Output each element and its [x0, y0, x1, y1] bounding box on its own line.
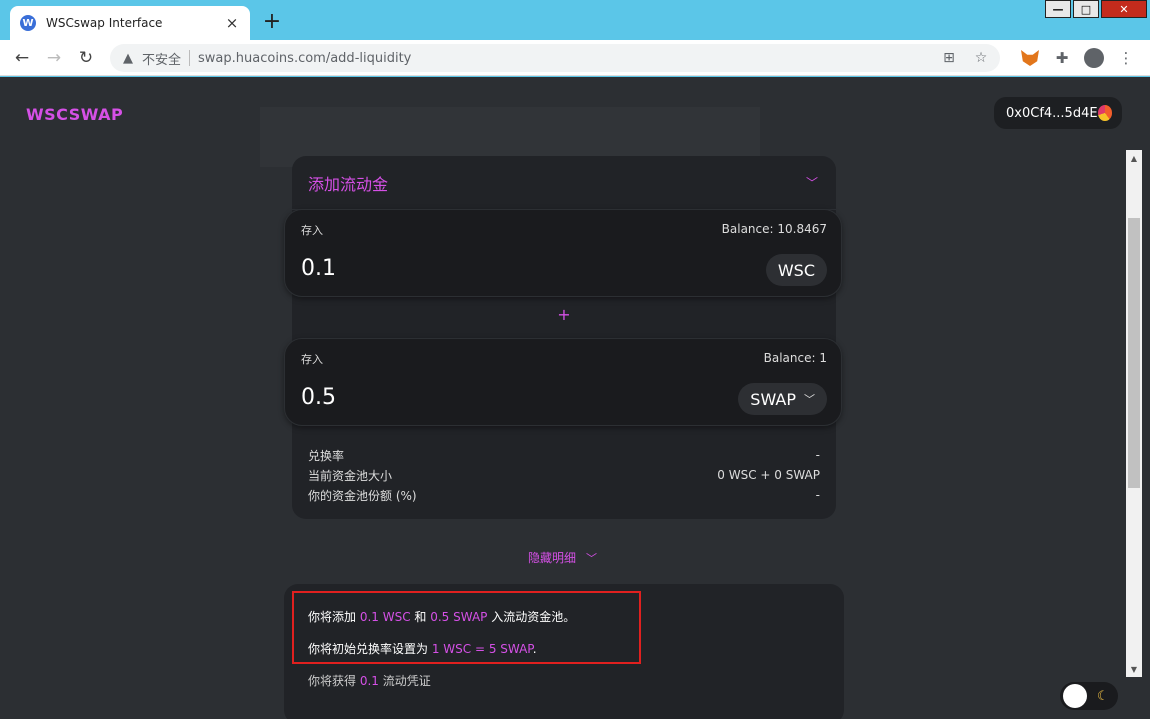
- theme-toggle[interactable]: ☾: [1060, 682, 1118, 710]
- maximize-button[interactable]: □: [1073, 0, 1099, 18]
- summary-text: 你将添加: [308, 610, 360, 624]
- summary-rate: 1 WSC = 5 SWAP: [431, 642, 533, 656]
- moon-icon: ☾: [1097, 688, 1109, 704]
- summary-line-receive: 你将获得 0.1 流动凭证: [308, 672, 431, 689]
- minimize-button[interactable]: —: [1045, 0, 1071, 18]
- reload-icon[interactable]: ↻: [76, 48, 96, 68]
- amount-input[interactable]: 0.5: [301, 385, 336, 410]
- metamask-fox-icon[interactable]: [1020, 48, 1040, 68]
- deposit-label: 存入: [301, 224, 323, 237]
- card-header[interactable]: 添加流动金 ﹀: [292, 156, 836, 210]
- close-window-button[interactable]: ✕: [1101, 0, 1147, 18]
- scroll-up-icon[interactable]: ▲: [1126, 150, 1142, 166]
- close-tab-icon[interactable]: ×: [224, 14, 240, 32]
- pool-size-label: 当前资金池大小: [308, 468, 393, 483]
- summary-text: 你将获得: [308, 674, 360, 688]
- wallet-button[interactable]: 0x0Cf4...5d4E: [994, 97, 1122, 129]
- token-select-wsc[interactable]: WSC: [765, 254, 827, 286]
- summary-text: 你将初始兑换率设置为: [308, 642, 432, 656]
- info-row: 兑换率 -: [308, 445, 820, 465]
- chevron-down-icon: ﹀: [586, 551, 598, 565]
- pool-size-value: 0 WSC + 0 SWAP: [717, 468, 820, 482]
- browser-tab[interactable]: W WSCswap Interface ×: [10, 6, 250, 40]
- star-icon[interactable]: ☆: [972, 49, 990, 67]
- profile-icon[interactable]: [1084, 48, 1104, 68]
- token-symbol: SWAP: [750, 389, 796, 409]
- favicon-icon: W: [20, 15, 36, 31]
- summary-line-rate: 你将初始兑换率设置为 1 WSC = 5 SWAP.: [308, 640, 537, 657]
- extension-area: ✚ ⋮: [1008, 48, 1136, 68]
- info-row: 当前资金池大小 0 WSC + 0 SWAP: [308, 465, 820, 485]
- hide-details-label: 隐藏明细: [528, 551, 577, 565]
- summary-amount-wsc: 0.1 WSC: [359, 610, 411, 624]
- deposit-label: 存入: [301, 353, 323, 366]
- pool-share-label: 你的资金池份额 (%): [308, 488, 417, 503]
- pool-share-value: -: [815, 488, 820, 502]
- summary-line-add: 你将添加 0.1 WSC 和 0.5 SWAP 入流动资金池。: [308, 608, 575, 625]
- rate-label: 兑换率: [308, 448, 345, 463]
- amount-input[interactable]: 0.1: [301, 256, 336, 281]
- address-bar[interactable]: ▲ 不安全 swap.huacoins.com/add-liquidity ⊞ …: [110, 44, 1000, 72]
- summary-text: 流动凭证: [378, 674, 431, 688]
- warning-icon[interactable]: ▲: [120, 50, 136, 66]
- site-logo[interactable]: WSCSWAP: [26, 105, 123, 124]
- balance-text: Balance: 1: [763, 351, 827, 365]
- toggle-knob: [1063, 684, 1087, 708]
- deposit-input-wsc: 存入 Balance: 10.8467 0.1 WSC: [284, 209, 842, 297]
- insecure-label[interactable]: 不安全: [142, 49, 181, 68]
- page-scrollbar[interactable]: ▲ ▼: [1126, 150, 1142, 677]
- chevron-down-icon: ﹀: [804, 393, 815, 406]
- info-row: 你的资金池份额 (%) -: [308, 485, 820, 505]
- window-titlebar: W WSCswap Interface × + — □ ✕: [0, 0, 1150, 40]
- window-controls: — □ ✕: [1043, 0, 1147, 18]
- omnibox-divider: [189, 50, 191, 66]
- puzzle-icon[interactable]: ✚: [1052, 48, 1072, 68]
- scroll-down-icon[interactable]: ▼: [1126, 661, 1142, 677]
- forward-arrow-icon[interactable]: →: [44, 48, 64, 68]
- chevron-down-icon[interactable]: ﹀: [804, 175, 820, 191]
- plus-icon: +: [557, 304, 571, 324]
- wallet-avatar-icon: [1097, 105, 1112, 121]
- token-symbol: WSC: [777, 260, 815, 280]
- rate-value: -: [815, 448, 820, 462]
- translate-icon[interactable]: ⊞: [940, 49, 958, 67]
- url-text[interactable]: swap.huacoins.com/add-liquidity: [198, 51, 926, 66]
- summary-text: 入流动资金池。: [487, 610, 576, 624]
- wallet-address: 0x0Cf4...5d4E: [1006, 105, 1098, 121]
- summary-amount-swap: 0.5 SWAP: [430, 610, 488, 624]
- new-tab-button[interactable]: +: [262, 9, 282, 34]
- pool-info: 兑换率 - 当前资金池大小 0 WSC + 0 SWAP 你的资金池份额 (%)…: [308, 445, 820, 505]
- page-content: WSCSWAP 0x0Cf4...5d4E ▲ ▼ 添加流动金 ﹀ 存入 Bal…: [0, 77, 1150, 719]
- deposit-input-swap: 存入 Balance: 1 0.5 SWAP ﹀: [284, 338, 842, 426]
- token-select-swap[interactable]: SWAP ﹀: [738, 383, 827, 415]
- browser-toolbar: ← → ↻ ▲ 不安全 swap.huacoins.com/add-liquid…: [0, 40, 1150, 76]
- summary-text: 和: [410, 610, 431, 624]
- back-arrow-icon[interactable]: ←: [12, 48, 32, 68]
- card-title: 添加流动金: [308, 174, 389, 194]
- kebab-menu-icon[interactable]: ⋮: [1116, 48, 1136, 68]
- scroll-thumb[interactable]: [1128, 218, 1140, 488]
- tab-title: WSCswap Interface: [46, 16, 163, 30]
- summary-lp-amount: 0.1: [359, 674, 379, 688]
- summary-text: .: [532, 642, 537, 656]
- balance-text: Balance: 10.8467: [721, 222, 827, 236]
- hide-details-toggle[interactable]: 隐藏明细 ﹀: [528, 549, 597, 566]
